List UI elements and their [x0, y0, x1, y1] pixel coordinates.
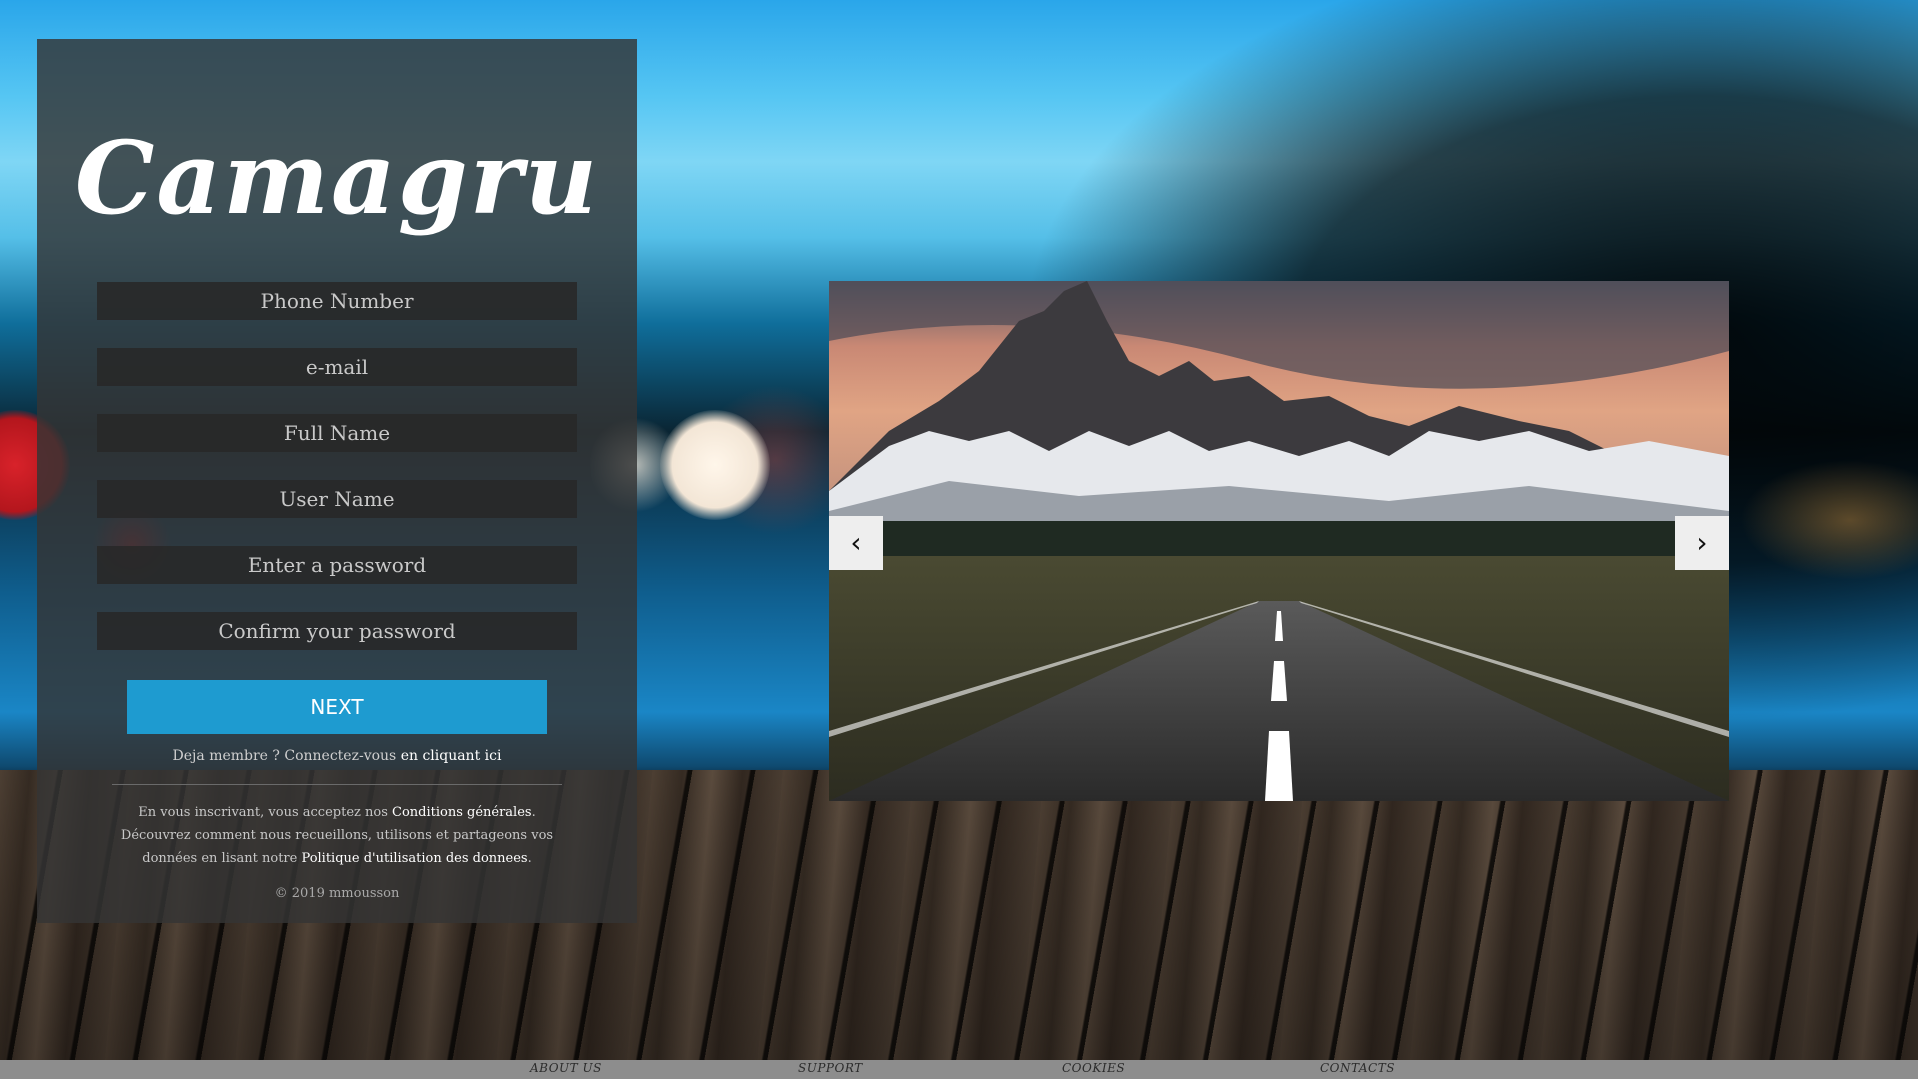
terms-text-1: En vous inscrivant, vous acceptez nos	[138, 805, 392, 820]
login-prompt: Deja membre ? Connectez-vous en cliquant…	[37, 748, 637, 764]
terms-conditions-link[interactable]: Conditions générales	[392, 805, 532, 820]
carousel-slide-image	[829, 281, 1729, 801]
footer-link-cookies[interactable]: COOKIES	[1062, 1061, 1125, 1075]
image-carousel: ‹ ›	[829, 281, 1729, 801]
copyright: © 2019 mmousson	[274, 886, 400, 901]
carousel-next-button[interactable]: ›	[1675, 516, 1729, 570]
page-background: Camagru NEXT Deja membre ? Connectez-vou…	[0, 0, 1918, 1079]
password-input[interactable]	[97, 546, 577, 584]
footer-link-about-us[interactable]: ABOUT US	[530, 1061, 602, 1075]
email-input[interactable]	[97, 348, 577, 386]
footer-bar: ABOUT US SUPPORT COOKIES CONTACTS	[0, 1060, 1918, 1079]
divider	[112, 784, 562, 785]
app-logo: Camagru	[74, 119, 600, 237]
confirm-password-input[interactable]	[97, 612, 577, 650]
full-name-input[interactable]	[97, 414, 577, 452]
login-link[interactable]: en cliquant ici	[401, 748, 502, 764]
phone-number-input[interactable]	[97, 282, 577, 320]
data-policy-link[interactable]: Politique d'utilisation des donnees	[301, 851, 527, 866]
footer-link-support[interactable]: SUPPORT	[798, 1061, 863, 1075]
carousel-prev-button[interactable]: ‹	[829, 516, 883, 570]
signup-panel: Camagru NEXT Deja membre ? Connectez-vou…	[37, 39, 637, 923]
next-button[interactable]: NEXT	[127, 680, 547, 734]
terms-text-3: .	[527, 851, 532, 866]
bokeh-light-white	[660, 410, 770, 520]
footer-link-contacts[interactable]: CONTACTS	[1320, 1061, 1395, 1075]
terms-notice: En vous inscrivant, vous acceptez nos Co…	[102, 801, 572, 870]
user-name-input[interactable]	[97, 480, 577, 518]
login-prompt-text: Deja membre ? Connectez-vous	[172, 748, 401, 764]
